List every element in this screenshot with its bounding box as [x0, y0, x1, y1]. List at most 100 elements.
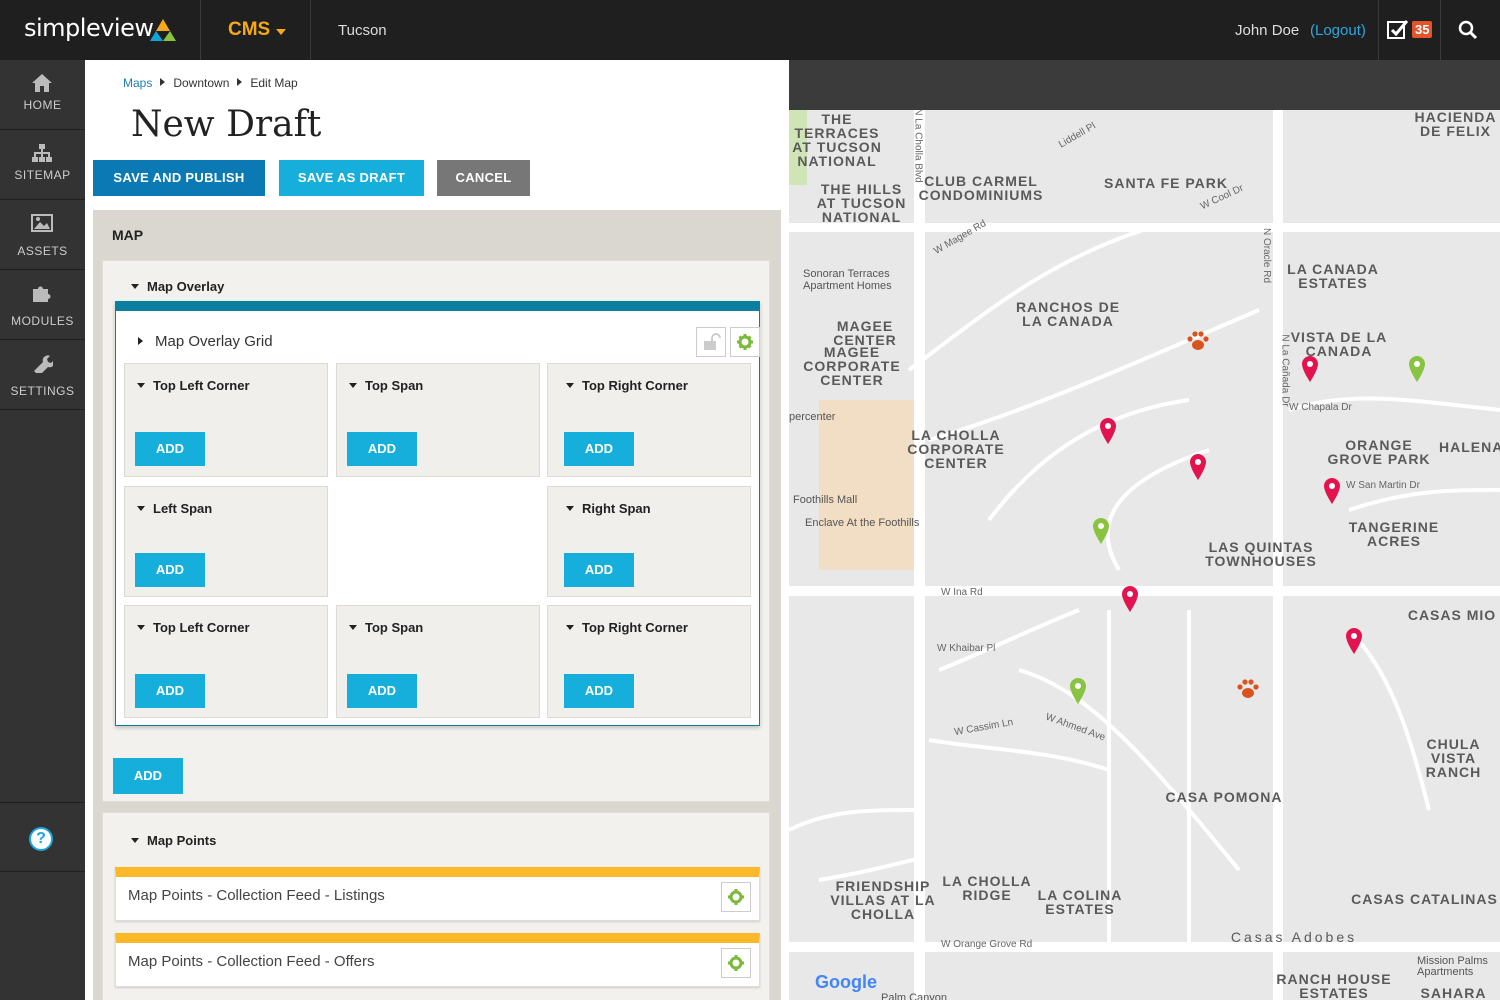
map-poi[interactable]: Enclave At the Foothills: [805, 517, 919, 529]
map-points-feed-listings[interactable]: Map Points - Collection Feed - Listings: [115, 867, 760, 921]
add-button[interactable]: ADD: [135, 674, 205, 708]
map-area-label: RANCHOS DE LA CANADA: [1015, 299, 1121, 329]
help-icon[interactable]: ?: [29, 827, 53, 851]
offer-pin-icon[interactable]: [1070, 678, 1086, 704]
map-area-label: ORANGE GROVE PARK: [1327, 437, 1431, 467]
sidebar-item-settings[interactable]: SETTINGS: [0, 340, 85, 410]
cell-title[interactable]: Top Span: [349, 378, 423, 393]
pet-friendly-icon[interactable]: [1186, 330, 1210, 352]
map-preview[interactable]: THE TERRACES AT TUCSON NATIONAL THE HILL…: [789, 110, 1500, 1000]
breadcrumb-item: Edit Map: [250, 76, 298, 90]
user-name: John Doe: [1235, 22, 1300, 39]
sidebar-item-label: SITEMAP: [14, 168, 71, 182]
map-points-toggle[interactable]: Map Points: [131, 833, 216, 848]
map-area-label: FRIENDSHIP VILLAS AT LA CHOLLA: [830, 878, 936, 922]
breadcrumb-item[interactable]: Downtown: [173, 76, 229, 90]
add-button[interactable]: ADD: [135, 553, 205, 587]
map-poi[interactable]: percenter: [789, 411, 835, 423]
overlay-cell-bottom-right: Top Right Corner ADD: [547, 605, 751, 718]
map-poi[interactable]: Sonoran Terraces Apartment Homes: [803, 268, 923, 292]
divider: [1440, 0, 1441, 60]
tasks-count-badge[interactable]: 35: [1412, 21, 1433, 38]
settings-button[interactable]: [730, 327, 760, 357]
listing-pin-icon[interactable]: [1122, 586, 1138, 612]
overlay-cell-left-span: Left Span ADD: [124, 486, 328, 597]
add-button[interactable]: ADD: [564, 553, 634, 587]
listing-pin-icon[interactable]: [1190, 454, 1206, 480]
settings-button[interactable]: [721, 882, 751, 912]
pet-friendly-icon[interactable]: [1236, 678, 1260, 700]
map-points-feed-offers[interactable]: Map Points - Collection Feed - Offers: [115, 933, 760, 987]
unlock-icon: [704, 333, 721, 350]
google-logo: Google: [815, 972, 877, 992]
cell-title-text: Top Right Corner: [582, 620, 688, 635]
sidebar-item-assets[interactable]: ASSETS: [0, 200, 85, 270]
map-area-label: LA CHOLLA CORPORATE CENTER: [907, 427, 1005, 471]
add-button[interactable]: ADD: [347, 432, 417, 466]
map-overlay-title: Map Overlay: [147, 279, 225, 294]
cell-title[interactable]: Top Left Corner: [137, 378, 250, 393]
add-button[interactable]: ADD: [347, 674, 417, 708]
cell-title[interactable]: Top Left Corner: [137, 620, 250, 635]
street-label: W Chapala Dr: [1289, 402, 1352, 413]
map-poi[interactable]: Palm Canyon: [881, 992, 947, 1000]
sidebar-item-modules[interactable]: MODULES: [0, 270, 85, 340]
lock-button[interactable]: [696, 327, 726, 357]
cell-title[interactable]: Left Span: [137, 501, 212, 516]
listing-pin-icon[interactable]: [1100, 418, 1116, 444]
add-button[interactable]: ADD: [564, 674, 634, 708]
map-overlay-grid-title: Map Overlay Grid: [155, 333, 273, 350]
cell-title[interactable]: Right Span: [566, 501, 651, 516]
breadcrumb-arrow-icon: [237, 78, 243, 86]
street-label: W Khaibar Pl: [937, 643, 996, 654]
listing-pin-icon[interactable]: [1346, 628, 1362, 654]
site-name: Tucson: [338, 22, 387, 39]
save-and-publish-button[interactable]: SAVE AND PUBLISH: [93, 160, 265, 196]
map-points-title: Map Points: [147, 833, 217, 848]
search-icon[interactable]: [1458, 20, 1478, 40]
cell-title[interactable]: Top Right Corner: [566, 378, 688, 393]
map-area-label: VISTA DE LA CANADA: [1290, 329, 1388, 359]
caret-down-icon: [349, 383, 357, 388]
chevron-down-icon[interactable]: [276, 29, 286, 35]
add-button[interactable]: ADD: [564, 432, 634, 466]
save-as-draft-button[interactable]: SAVE AS DRAFT: [279, 160, 424, 196]
cell-title[interactable]: Top Right Corner: [566, 620, 688, 635]
map-overlay-group: Map Overlay Map Overlay Grid Top Left Co…: [102, 260, 770, 802]
settings-button[interactable]: [721, 948, 751, 978]
app-switcher[interactable]: CMS: [228, 19, 270, 41]
caret-down-icon: [137, 625, 145, 630]
add-overlay-button[interactable]: ADD: [113, 758, 183, 794]
logout-link[interactable]: (Logout): [1310, 22, 1366, 39]
listing-pin-icon[interactable]: [1302, 356, 1318, 382]
map-overlay-grid-toggle[interactable]: Map Overlay Grid: [138, 333, 273, 350]
tasks-icon[interactable]: [1386, 18, 1410, 42]
overlay-cell-top-right: Top Right Corner ADD: [547, 363, 751, 477]
breadcrumb-link-maps[interactable]: Maps: [123, 76, 152, 90]
overlay-cell-bottom-span: Top Span ADD: [336, 605, 540, 718]
map-section: MAP Map Overlay Map Overlay Grid Top Lef…: [93, 210, 781, 1000]
map-poi[interactable]: Mission Palms Apartments: [1417, 956, 1500, 978]
listing-pin-icon[interactable]: [1324, 478, 1340, 504]
sidebar-item-home[interactable]: HOME: [0, 60, 85, 130]
minor-roads: [789, 226, 1500, 950]
caret-down-icon: [131, 838, 139, 843]
help-button[interactable]: ?: [0, 802, 85, 872]
map-area-label: CASAS CATALINAS: [1351, 891, 1498, 907]
feed-title: Map Points - Collection Feed - Listings: [128, 887, 385, 904]
sidebar-item-sitemap[interactable]: SITEMAP: [0, 130, 85, 200]
map-poi[interactable]: Foothills Mall: [793, 494, 857, 506]
logo[interactable]: simpleview: [24, 14, 154, 42]
map-area-label: LA COLINA ESTATES: [1037, 887, 1123, 917]
map-overlay-toggle[interactable]: Map Overlay: [131, 279, 224, 294]
cancel-button[interactable]: CANCEL: [437, 160, 530, 196]
offer-pin-icon[interactable]: [1093, 518, 1109, 544]
add-button[interactable]: ADD: [135, 432, 205, 466]
map-area-label: THE HILLS AT TUCSON NATIONAL: [816, 181, 907, 225]
gear-icon: [737, 334, 753, 350]
offer-pin-icon[interactable]: [1409, 356, 1425, 382]
gear-icon: [728, 889, 744, 905]
sidebar: HOME SITEMAP ASSETS MODULES SETTINGS ?: [0, 60, 85, 1000]
caret-down-icon: [566, 383, 574, 388]
cell-title[interactable]: Top Span: [349, 620, 423, 635]
